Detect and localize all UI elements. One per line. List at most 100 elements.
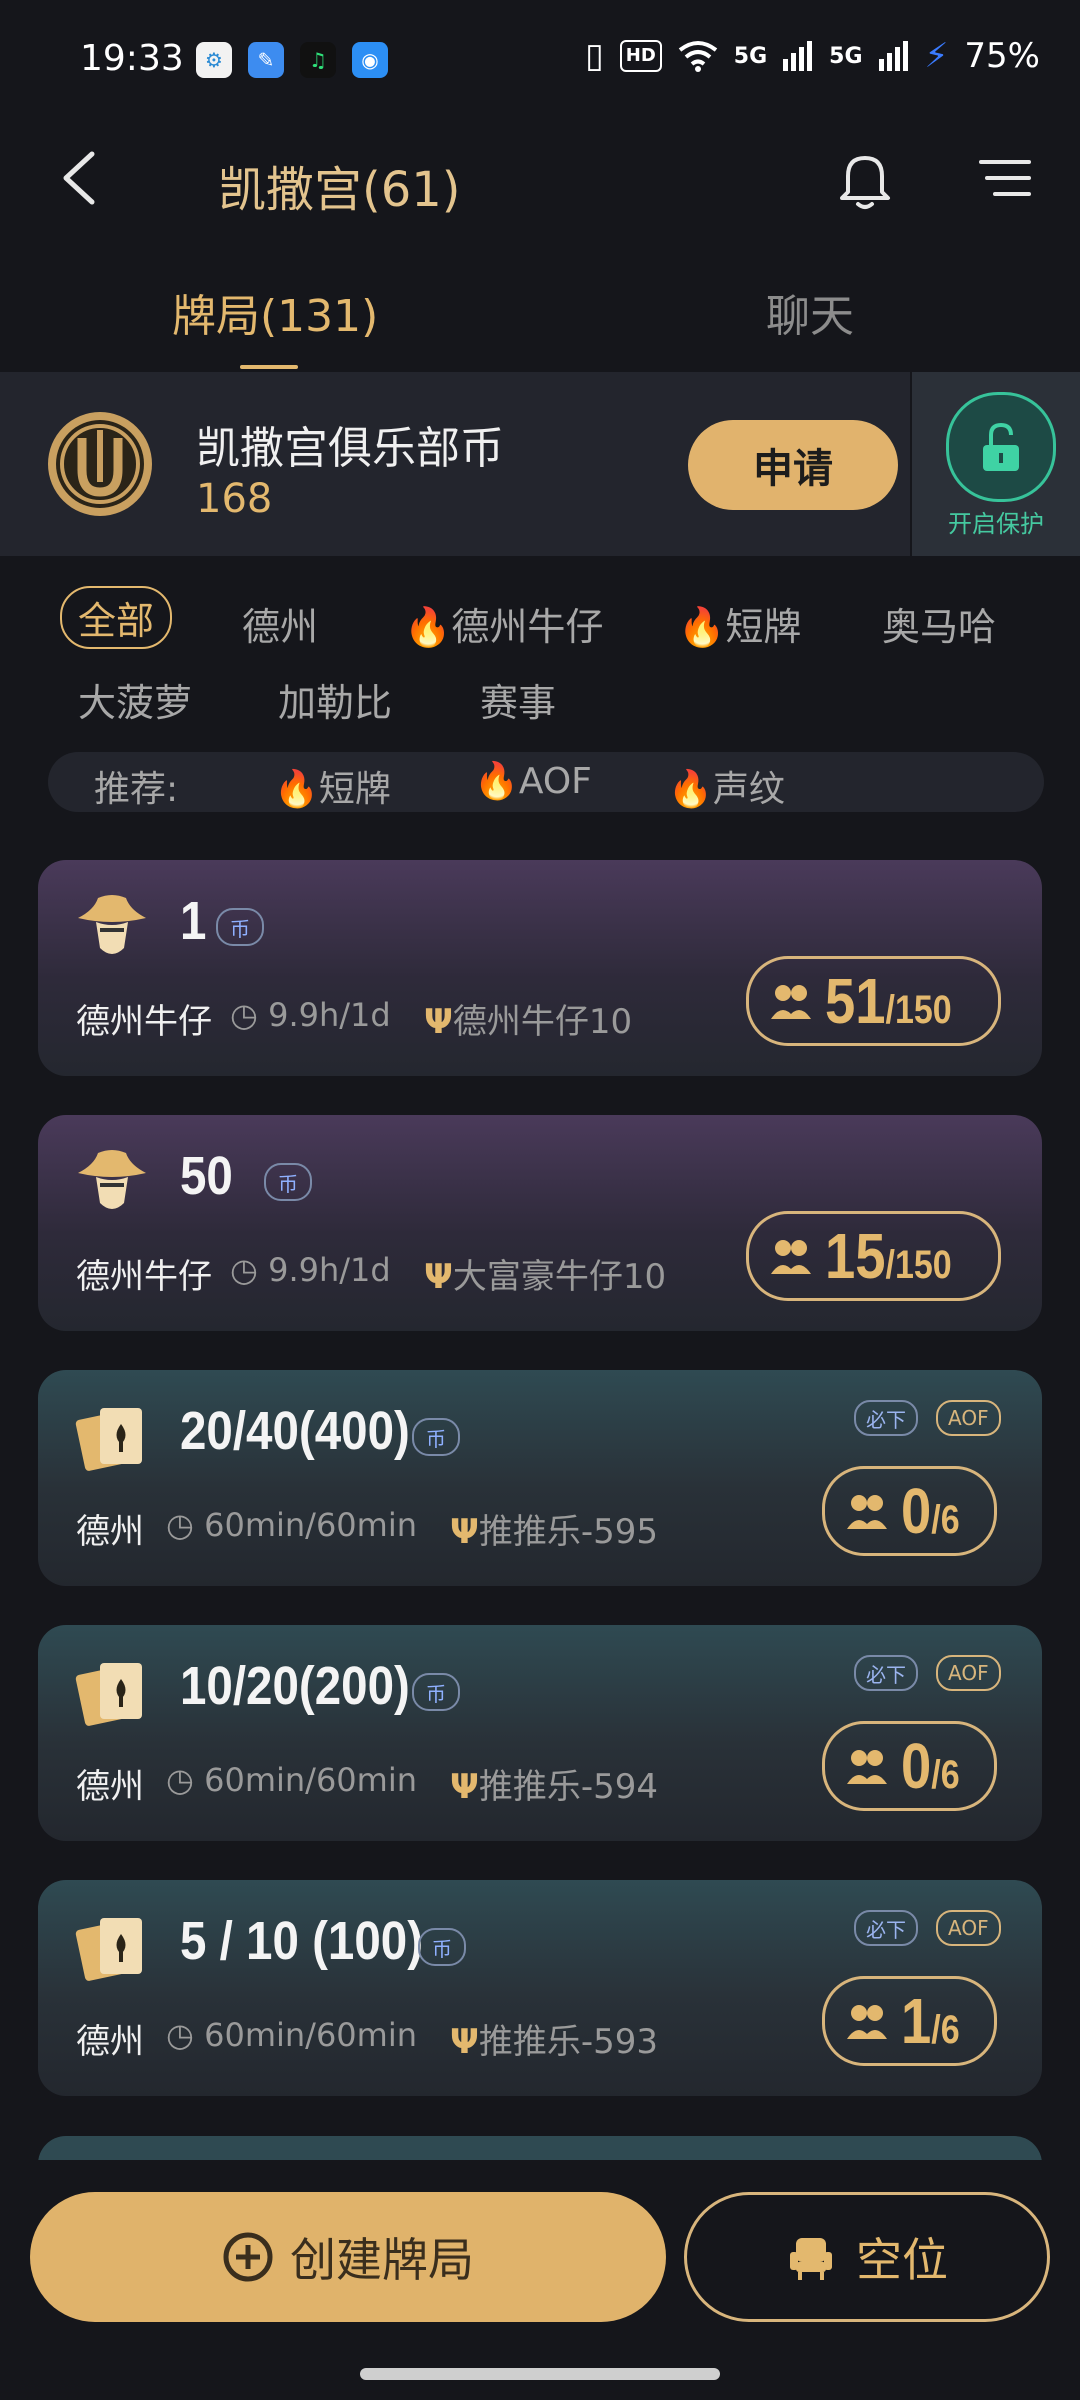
filter-omaha[interactable]: 奥马哈 <box>882 596 996 651</box>
filter-holdem-cowboy[interactable]: 🔥德州牛仔 <box>404 596 603 651</box>
protection-label: 开启保护 <box>948 510 1044 538</box>
table-card[interactable]: 50 币 德州牛仔 ◷ 9.9h/1d Ψ大富豪牛仔10 15/150 <box>38 1115 1042 1331</box>
top-bar: 凯撒宫(61) <box>0 120 1080 240</box>
clock-icon: ◷ <box>166 1761 194 1799</box>
table-card[interactable]: 20/40(400) 币 必下 AOF 德州 ◷ 60min/60min Ψ推推… <box>38 1370 1042 1586</box>
must-badge: 必下 <box>854 1910 918 1946</box>
fire-icon: 🔥 <box>678 605 726 649</box>
table-card[interactable]: 5 / 10 (100) 币 必下 AOF 德州 ◷ 60min/60min Ψ… <box>38 1880 1042 2096</box>
table-host: Ψ推推乐-595 <box>450 1512 659 1552</box>
page-title: 凯撒宫(61) <box>218 162 461 218</box>
must-badge: 必下 <box>854 1400 918 1436</box>
coin-tag: 币 <box>418 1928 466 1966</box>
players-icon <box>847 1750 887 1784</box>
table-duration: ◷ 9.9h/1d <box>230 996 391 1034</box>
players-icon <box>847 1495 887 1529</box>
table-host: Ψ大富豪牛仔10 <box>424 1257 667 1297</box>
table-stake: 50 <box>180 1146 233 1206</box>
plus-circle-icon <box>223 2232 273 2282</box>
clock-icon: ◷ <box>230 996 258 1034</box>
table-host: Ψ推推乐-594 <box>450 1767 659 1807</box>
filter-all[interactable]: 全部 <box>60 586 173 649</box>
active-tab-indicator <box>240 365 298 369</box>
app-notification-icon: ⚙ <box>196 42 232 78</box>
protection-toggle[interactable]: 开启保护 <box>912 372 1080 556</box>
fire-icon: 🔥 <box>274 769 319 810</box>
vibrate-icon: ▯ <box>585 36 604 76</box>
clock-icon: ◷ <box>230 1251 258 1289</box>
filter-caribbean[interactable]: 加勒比 <box>278 672 392 727</box>
club-coin-name: 凯撒宫俱乐部币 <box>196 423 504 474</box>
seat-count: 51/150 <box>746 956 1002 1046</box>
filter-tournament[interactable]: 赛事 <box>480 672 556 727</box>
table-duration: ◷ 60min/60min <box>166 1506 417 1544</box>
notification-icons: ⚙ ✎ ♫ ◉ <box>196 42 388 78</box>
empty-seat-button[interactable]: 空位 <box>684 2192 1050 2322</box>
clock-icon: ◷ <box>166 2016 194 2054</box>
table-card[interactable]: 1 币 德州牛仔 ◷ 9.9h/1d Ψ德州牛仔10 51/150 <box>38 860 1042 1076</box>
fire-icon: 🔥 <box>474 761 519 802</box>
tab-games[interactable]: 牌局(131) <box>172 280 378 344</box>
apply-button[interactable]: 申请 <box>688 420 898 510</box>
trident-icon: Ψ <box>450 2022 479 2062</box>
aof-badge: AOF <box>936 1655 1001 1691</box>
tab-chat[interactable]: 聊天 <box>766 280 854 344</box>
table-stake: 10/20(200) <box>180 1656 410 1716</box>
table-card[interactable]: 10/20(200) 币 必下 AOF 德州 ◷ 60min/60min Ψ推推… <box>38 1625 1042 1841</box>
home-indicator[interactable] <box>360 2368 720 2380</box>
cards-icon <box>75 1663 142 1726</box>
coin-tag: 币 <box>412 1673 460 1711</box>
players-icon <box>771 985 811 1019</box>
table-game-type: 德州 <box>76 1512 144 1552</box>
status-bar: 19:33 ⚙ ✎ ♫ ◉ ▯ HD 5G 5G ⚡ 75% <box>0 0 1080 120</box>
recommend-short-deck[interactable]: 🔥短牌 <box>274 760 391 812</box>
table-game-type: 德州 <box>76 1767 144 1807</box>
signal-2-label: 5G <box>829 43 863 69</box>
fire-icon: 🔥 <box>668 769 713 810</box>
bell-icon <box>840 156 890 209</box>
club-coin-panel: 凯撒宫俱乐部币 168 申请 <box>0 372 910 556</box>
table-stake: 20/40(400) <box>180 1401 410 1461</box>
trident-icon: Ψ <box>424 1002 453 1042</box>
unlock-icon <box>946 392 1056 502</box>
recommend-aof[interactable]: 🔥AOF <box>474 760 592 802</box>
fire-icon: 🔥 <box>404 605 452 649</box>
players-icon <box>847 2005 887 2039</box>
table-game-type: 德州 <box>76 2022 144 2062</box>
must-badge: 必下 <box>854 1655 918 1691</box>
signal-1-label: 5G <box>733 43 768 69</box>
trident-icon: Ψ <box>424 1257 453 1297</box>
cards-icon <box>75 1408 142 1471</box>
table-duration: ◷ 9.9h/1d <box>230 1251 391 1289</box>
charging-icon: ⚡ <box>924 36 949 76</box>
back-arrow-icon <box>63 151 95 205</box>
create-game-button[interactable]: 创建牌局 <box>30 2192 666 2322</box>
wifi-icon <box>678 41 718 72</box>
recommend-bar: 推荐: 🔥短牌 🔥AOF 🔥声纹 <box>48 752 1044 812</box>
filter-pineapple[interactable]: 大菠萝 <box>78 672 192 727</box>
coin-tag: 币 <box>412 1418 460 1456</box>
trident-icon: Ψ <box>450 1512 479 1552</box>
notification-button[interactable] <box>830 144 900 214</box>
seat-count: 0/6 <box>822 1466 997 1556</box>
coin-tag: 币 <box>216 908 264 946</box>
battery-percent: 75% <box>964 36 1040 76</box>
table-stake: 1 <box>180 891 207 951</box>
seat-count: 0/6 <box>822 1721 997 1811</box>
aof-badge: AOF <box>936 1910 1001 1946</box>
club-coin-icon <box>48 412 152 516</box>
back-button[interactable] <box>52 148 112 208</box>
table-host: Ψ推推乐-593 <box>450 2022 659 2062</box>
hd-icon: HD <box>619 40 662 72</box>
menu-button[interactable] <box>975 154 1035 204</box>
filter-holdem[interactable]: 德州 <box>242 596 318 651</box>
aof-badge: AOF <box>936 1400 1001 1436</box>
recommend-voiceprint[interactable]: 🔥声纹 <box>668 760 785 812</box>
app-notification-icon: ✎ <box>248 42 284 78</box>
cowboy-icon <box>78 895 146 954</box>
filter-short-deck[interactable]: 🔥短牌 <box>678 596 801 651</box>
recommend-label: 推荐: <box>94 769 179 810</box>
status-indicators: ▯ HD 5G 5G ⚡ 75% <box>585 36 1040 76</box>
coin-tag: 币 <box>264 1163 312 1201</box>
cowboy-icon <box>78 1150 146 1209</box>
